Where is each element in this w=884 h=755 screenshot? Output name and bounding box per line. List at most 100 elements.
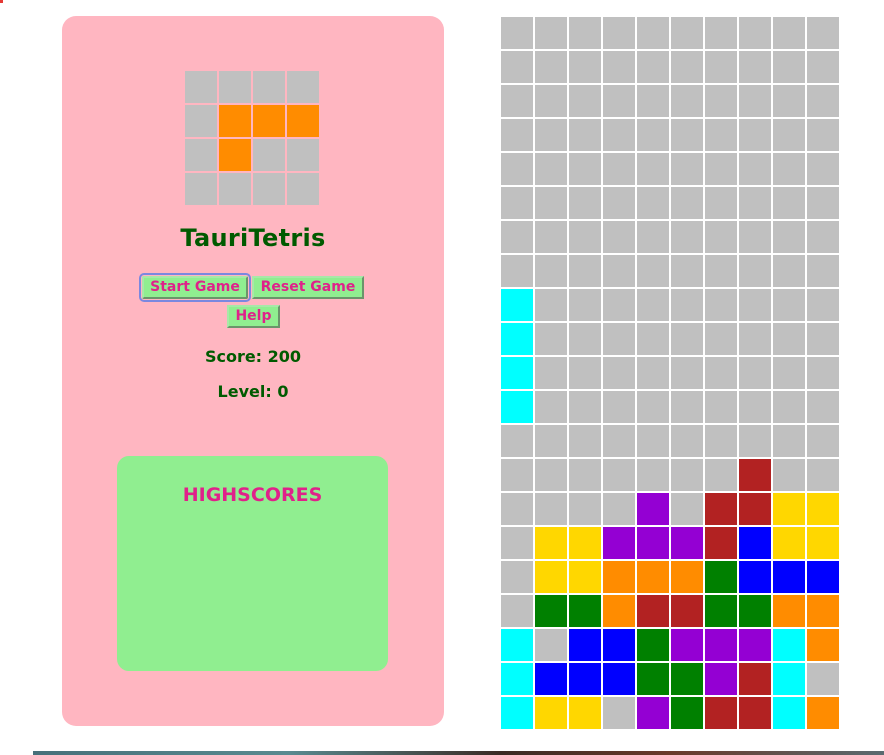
board-cell-empty [671,85,703,117]
board-cell-empty [705,323,737,355]
board-cell-empty [501,153,533,185]
help-button[interactable]: Help [227,305,280,328]
board-cell-empty [637,255,669,287]
board-cell-empty [739,221,771,253]
preview-cell-empty [185,139,217,171]
board-cell-block-Z [739,663,771,695]
board-cell-block-S [671,697,703,729]
highscores-title: HIGHSCORES [182,484,323,506]
board-cell-empty [705,51,737,83]
board-cell-block-T [705,663,737,695]
board-cell-empty [739,85,771,117]
side-panel: TauriTetris Start Game Reset Game Help S… [62,16,444,726]
board-cell-block-J [569,629,601,661]
board-cell-empty [603,289,635,321]
board-cell-block-L [603,561,635,593]
board-cell-block-T [705,629,737,661]
board-cell-empty [807,255,839,287]
start-game-button[interactable]: Start Game [139,273,251,302]
board-cell-empty [501,187,533,219]
board-cell-empty [569,187,601,219]
board-cell-empty [603,119,635,151]
board-cell-empty [705,187,737,219]
board-cell-block-Z [671,595,703,627]
board-cell-block-I [773,629,805,661]
board-cell-empty [569,51,601,83]
board-cell-empty [705,289,737,321]
board-cell-empty [569,119,601,151]
board-cell-empty [807,119,839,151]
reset-game-button[interactable]: Reset Game [252,276,364,299]
board-cell-empty [501,595,533,627]
board-cell-empty [603,51,635,83]
board-cell-empty [773,17,805,49]
board-cell-block-Z [637,595,669,627]
board-cell-block-O [773,493,805,525]
board-cell-block-I [501,289,533,321]
board-cell-block-S [671,663,703,695]
board-cell-empty [807,187,839,219]
board-cell-empty [773,459,805,491]
board-cell-empty [501,493,533,525]
board-cell-empty [501,255,533,287]
board-cell-block-T [671,629,703,661]
board-cell-block-O [807,527,839,559]
highscores-panel: HIGHSCORES [117,456,388,671]
board-cell-block-J [739,561,771,593]
game-board[interactable] [499,16,839,729]
board-cell-empty [535,289,567,321]
board-cell-empty [807,17,839,49]
board-cell-block-L [807,629,839,661]
board-cell-empty [501,51,533,83]
board-cell-empty [671,119,703,151]
board-cell-empty [739,153,771,185]
board-cell-block-I [501,323,533,355]
board-cell-block-I [501,391,533,423]
board-cell-empty [569,289,601,321]
board-cell-empty [603,221,635,253]
board-cell-empty [637,221,669,253]
board-cell-empty [603,255,635,287]
level-display: Level: 0 [217,382,289,401]
board-cell-empty [671,153,703,185]
board-cell-empty [807,357,839,389]
score-display: Score: 200 [204,347,302,366]
board-cell-empty [501,85,533,117]
board-cell-block-T [603,527,635,559]
board-cell-empty [603,459,635,491]
preview-cell-empty [287,139,319,171]
board-cell-empty [603,493,635,525]
board-cell-empty [807,391,839,423]
board-cell-empty [671,255,703,287]
board-cell-empty [773,425,805,457]
board-cell-empty [535,51,567,83]
board-cell-empty [671,221,703,253]
board-cell-empty [501,527,533,559]
board-cell-block-I [501,629,533,661]
board-cell-block-S [637,663,669,695]
board-cell-empty [569,323,601,355]
board-cell-block-L [603,595,635,627]
corner-marker [0,0,3,3]
board-cell-empty [773,221,805,253]
board-cell-empty [739,425,771,457]
board-cell-empty [637,85,669,117]
board-cell-block-I [501,697,533,729]
board-cell-block-O [535,561,567,593]
board-cell-block-O [807,493,839,525]
preview-cell-block-L [219,105,251,137]
board-cell-block-Z [739,459,771,491]
board-cell-empty [637,153,669,185]
preview-cell-empty [253,71,285,103]
board-cell-block-L [773,595,805,627]
board-cell-empty [773,153,805,185]
board-cell-block-J [603,663,635,695]
preview-cell-empty [253,139,285,171]
board-cell-empty [739,187,771,219]
board-cell-empty [705,357,737,389]
board-cell-block-I [773,697,805,729]
board-cell-empty [603,425,635,457]
board-cell-empty [569,255,601,287]
board-cell-empty [671,357,703,389]
board-cell-empty [807,153,839,185]
